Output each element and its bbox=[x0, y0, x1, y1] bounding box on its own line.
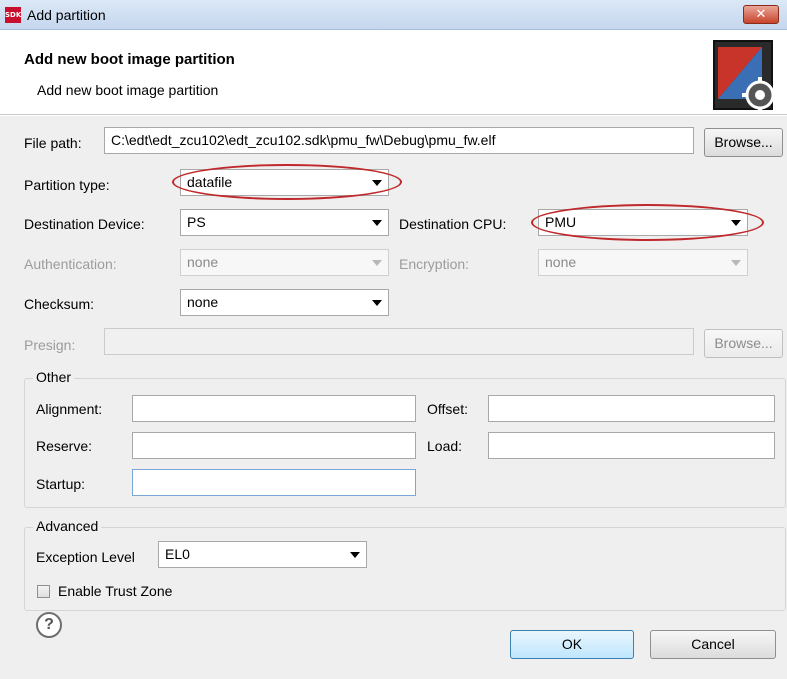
alignment-label: Alignment: bbox=[36, 401, 103, 417]
header-title: Add new boot image partition bbox=[24, 51, 235, 68]
destination-cpu-select[interactable]: PMU bbox=[538, 209, 748, 236]
header-subtitle: Add new boot image partition bbox=[37, 82, 219, 98]
help-icon[interactable]: ? bbox=[36, 612, 62, 638]
title-bar: SDK Add partition ✕ bbox=[0, 0, 787, 30]
offset-input[interactable] bbox=[488, 395, 775, 422]
load-label: Load: bbox=[427, 438, 463, 454]
destination-cpu-value: PMU bbox=[545, 214, 577, 230]
startup-input[interactable] bbox=[132, 469, 416, 496]
chevron-down-icon bbox=[372, 260, 382, 266]
authentication-label: Authentication: bbox=[24, 256, 117, 272]
startup-label: Startup: bbox=[36, 476, 86, 492]
cancel-button[interactable]: Cancel bbox=[650, 630, 776, 659]
encryption-select[interactable]: none bbox=[538, 249, 748, 276]
offset-label: Offset: bbox=[427, 401, 468, 417]
exception-level-value: EL0 bbox=[165, 546, 190, 562]
partition-type-label: Partition type: bbox=[24, 177, 110, 193]
chevron-down-icon bbox=[731, 260, 741, 266]
destination-device-label: Destination Device: bbox=[24, 216, 145, 232]
partition-type-select[interactable]: datafile bbox=[180, 169, 389, 196]
authentication-select[interactable]: none bbox=[180, 249, 389, 276]
advanced-group-title: Advanced bbox=[33, 518, 102, 534]
file-path-browse-button[interactable]: Browse... bbox=[704, 128, 783, 157]
reserve-input[interactable] bbox=[132, 432, 416, 459]
exception-level-select[interactable]: EL0 bbox=[158, 541, 367, 568]
exception-level-label: Exception Level bbox=[36, 549, 135, 565]
file-path-input[interactable]: C:\edt\edt_zcu102\edt_zcu102.sdk\pmu_fw\… bbox=[104, 127, 694, 154]
destination-device-value: PS bbox=[187, 214, 206, 230]
destination-device-select[interactable]: PS bbox=[180, 209, 389, 236]
sdk-app-icon: SDK bbox=[5, 7, 21, 23]
trust-zone-checkbox[interactable] bbox=[37, 585, 50, 598]
reserve-label: Reserve: bbox=[36, 438, 93, 454]
encryption-value: none bbox=[545, 254, 577, 270]
chevron-down-icon bbox=[372, 180, 382, 186]
window-title: Add partition bbox=[27, 7, 106, 23]
alignment-input[interactable] bbox=[132, 395, 416, 422]
destination-cpu-label: Destination CPU: bbox=[399, 216, 507, 232]
load-input[interactable] bbox=[488, 432, 775, 459]
presign-input[interactable] bbox=[104, 328, 694, 355]
other-group-title: Other bbox=[33, 369, 75, 385]
close-button[interactable]: ✕ bbox=[743, 5, 779, 24]
trust-zone-label: Enable Trust Zone bbox=[58, 583, 173, 599]
encryption-label: Encryption: bbox=[399, 256, 470, 272]
settings-gear-icon bbox=[713, 40, 778, 113]
dialog-body: File path: C:\edt\edt_zcu102\edt_zcu102.… bbox=[0, 116, 787, 679]
file-path-label: File path: bbox=[24, 135, 82, 151]
chevron-down-icon bbox=[372, 300, 382, 306]
checksum-value: none bbox=[187, 294, 219, 310]
chevron-down-icon bbox=[350, 552, 360, 558]
checksum-select[interactable]: none bbox=[180, 289, 389, 316]
wizard-header: Add new boot image partition Add new boo… bbox=[0, 31, 787, 115]
presign-browse-button[interactable]: Browse... bbox=[704, 329, 783, 358]
presign-label: Presign: bbox=[24, 337, 76, 353]
chevron-down-icon bbox=[731, 220, 741, 226]
checksum-label: Checksum: bbox=[24, 296, 95, 312]
chevron-down-icon bbox=[372, 220, 382, 226]
authentication-value: none bbox=[187, 254, 219, 270]
ok-button[interactable]: OK bbox=[510, 630, 634, 659]
partition-type-value: datafile bbox=[187, 174, 233, 190]
